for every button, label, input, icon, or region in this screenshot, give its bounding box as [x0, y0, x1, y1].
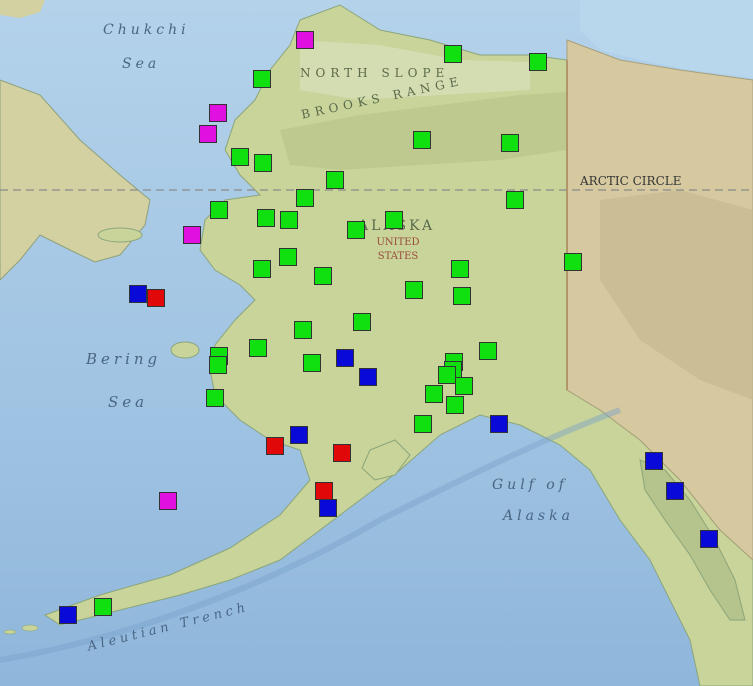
- station-marker-blue[interactable]: [290, 426, 308, 444]
- station-marker-green[interactable]: [314, 267, 332, 285]
- station-marker-green[interactable]: [353, 313, 371, 331]
- station-marker-green[interactable]: [529, 53, 547, 71]
- station-marker-green[interactable]: [425, 385, 443, 403]
- station-marker-green[interactable]: [257, 209, 275, 227]
- station-marker-green[interactable]: [296, 189, 314, 207]
- station-marker-green[interactable]: [280, 211, 298, 229]
- station-marker-green[interactable]: [438, 366, 456, 384]
- station-marker-green[interactable]: [249, 339, 267, 357]
- station-marker-red[interactable]: [147, 289, 165, 307]
- north-slope-label: NORTH SLOPE: [300, 66, 450, 80]
- chukchi-sea-label: Sea: [122, 56, 161, 72]
- gulf-alaska-label: Alaska: [503, 508, 574, 524]
- station-marker-green[interactable]: [253, 70, 271, 88]
- station-marker-green[interactable]: [506, 191, 524, 209]
- station-marker-blue[interactable]: [359, 368, 377, 386]
- station-marker-red[interactable]: [315, 482, 333, 500]
- gulf-of-label: Gulf of: [492, 477, 568, 493]
- station-marker-green[interactable]: [444, 45, 462, 63]
- st-lawrence-island: [97, 227, 143, 243]
- station-marker-blue[interactable]: [129, 285, 147, 303]
- station-marker-green[interactable]: [210, 201, 228, 219]
- bering-label: Bering: [86, 350, 162, 368]
- station-marker-green[interactable]: [385, 211, 403, 229]
- station-marker-green[interactable]: [206, 389, 224, 407]
- station-marker-green[interactable]: [479, 342, 497, 360]
- station-marker-blue[interactable]: [490, 415, 508, 433]
- station-marker-green[interactable]: [413, 131, 431, 149]
- station-marker-green[interactable]: [347, 221, 365, 239]
- station-marker-green[interactable]: [231, 148, 249, 166]
- united-states-label: UNITED STATES: [376, 237, 420, 262]
- station-marker-blue[interactable]: [336, 349, 354, 367]
- station-marker-green[interactable]: [253, 260, 271, 278]
- chukchi-label: Chukchi: [103, 22, 190, 38]
- station-marker-blue[interactable]: [666, 482, 684, 500]
- station-marker-green[interactable]: [451, 260, 469, 278]
- station-marker-blue[interactable]: [700, 530, 718, 548]
- station-marker-red[interactable]: [333, 444, 351, 462]
- station-marker-green[interactable]: [564, 253, 582, 271]
- station-marker-blue[interactable]: [319, 499, 337, 517]
- station-marker-green[interactable]: [455, 377, 473, 395]
- bering-sea-label: Sea: [108, 393, 149, 411]
- station-marker-green[interactable]: [303, 354, 321, 372]
- arctic-circle-label: ARCTIC CIRCLE: [580, 174, 682, 188]
- station-marker-green[interactable]: [405, 281, 423, 299]
- station-marker-green[interactable]: [254, 154, 272, 172]
- station-marker-green[interactable]: [209, 356, 227, 374]
- station-marker-magenta[interactable]: [199, 125, 217, 143]
- map-view[interactable]: Chukchi Sea NORTH SLOPE BROOKS RANGE ARC…: [0, 0, 753, 686]
- station-marker-blue[interactable]: [645, 452, 663, 470]
- station-marker-green[interactable]: [414, 415, 432, 433]
- station-marker-green[interactable]: [279, 248, 297, 266]
- station-marker-magenta[interactable]: [209, 104, 227, 122]
- station-marker-red[interactable]: [266, 437, 284, 455]
- station-marker-magenta[interactable]: [159, 492, 177, 510]
- station-marker-green[interactable]: [94, 598, 112, 616]
- nunivak-island: [170, 341, 200, 359]
- station-marker-magenta[interactable]: [296, 31, 314, 49]
- station-marker-blue[interactable]: [59, 606, 77, 624]
- station-marker-green[interactable]: [446, 396, 464, 414]
- station-marker-green[interactable]: [326, 171, 344, 189]
- station-marker-green[interactable]: [501, 134, 519, 152]
- station-marker-green[interactable]: [294, 321, 312, 339]
- station-marker-green[interactable]: [453, 287, 471, 305]
- station-marker-magenta[interactable]: [183, 226, 201, 244]
